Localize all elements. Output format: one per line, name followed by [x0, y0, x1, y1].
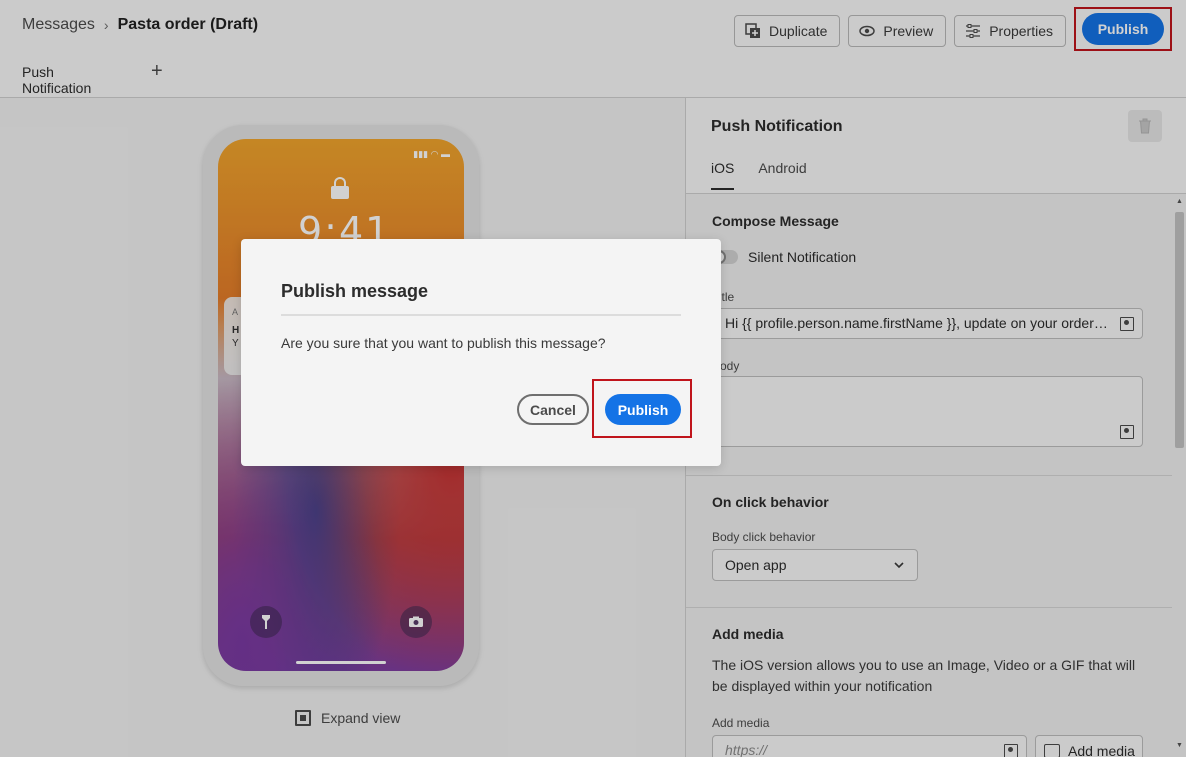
publish-dialog: Publish message Are you sure that you wa… [241, 239, 721, 466]
dialog-divider [281, 314, 681, 316]
dialog-title: Publish message [281, 281, 429, 301]
publish-confirm-highlight: Publish [592, 379, 692, 438]
publish-confirm-button[interactable]: Publish [605, 394, 681, 425]
dialog-body: Are you sure that you want to publish th… [281, 335, 606, 351]
cancel-button[interactable]: Cancel [517, 394, 589, 425]
